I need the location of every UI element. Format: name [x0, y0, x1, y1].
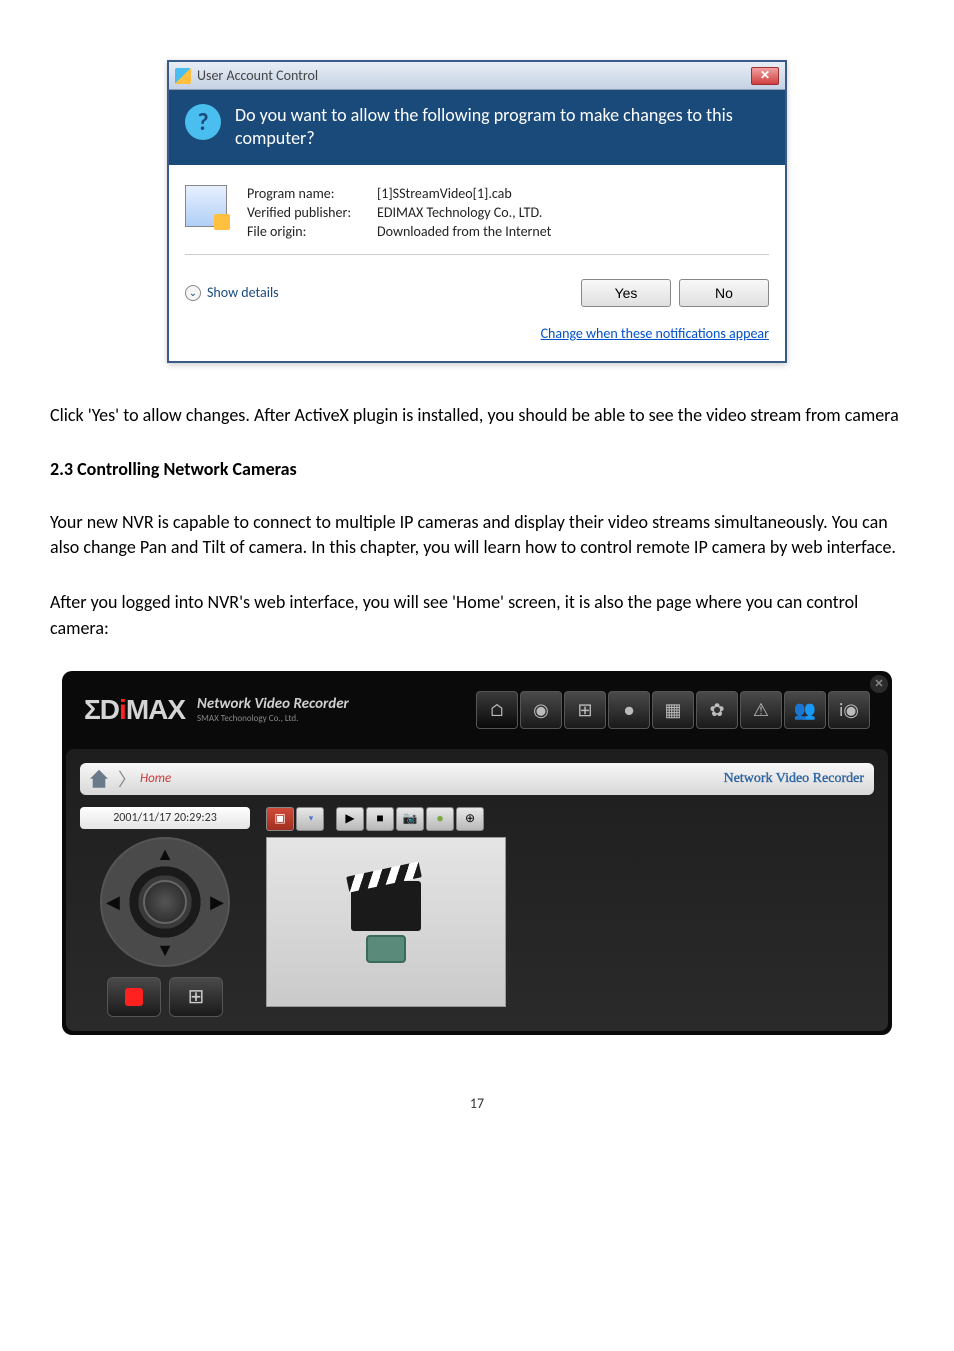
uac-header: ? Do you want to allow the following pro… [169, 90, 785, 165]
ptz-wheel-bg: ▲ ▼ ◀ ▶ [100, 837, 230, 967]
nvr-close-button[interactable]: ✕ [870, 675, 888, 693]
nav-info-button[interactable]: i◉ [828, 691, 870, 729]
ptz-right-button[interactable]: ▶ [210, 891, 224, 913]
gear-icon: ✿ [709, 699, 724, 721]
body-paragraph-1: Click 'Yes' to allow changes. After Acti… [50, 403, 904, 428]
stop-button[interactable]: ■ [366, 807, 394, 831]
info-icon: i◉ [839, 699, 859, 721]
breadcrumb-home-icon [90, 770, 108, 788]
publisher-label: Verified publisher: [247, 204, 377, 221]
close-button[interactable]: ✕ [751, 67, 779, 85]
ptz-up-button[interactable]: ▲ [156, 843, 174, 865]
breadcrumb-separator: 〉 [118, 766, 136, 792]
nav-alert-button[interactable]: ⚠ [740, 691, 782, 729]
logo-text: ΣDiMAX [84, 694, 185, 726]
users-icon: 👥 [794, 699, 816, 721]
show-details-toggle[interactable]: ⌄ Show details [185, 284, 573, 301]
show-details-label: Show details [207, 284, 279, 301]
nvr-content: 2001/11/17 20:29:23 ▲ ▼ ◀ ▶ ⊞ [80, 807, 874, 1017]
chevron-down-icon: ⌄ [185, 285, 201, 301]
program-name-value: [1]SStreamVideo[1].cab [377, 185, 551, 202]
origin-value: Downloaded from the Internet [377, 223, 551, 240]
uac-program-row: Program name: [1]SStreamVideo[1].cab Ver… [185, 185, 769, 240]
page-number: 17 [50, 1095, 904, 1112]
nav-network-button[interactable]: ⊞ [564, 691, 606, 729]
camera-dropdown[interactable] [296, 807, 324, 831]
breadcrumb-text[interactable]: Home [140, 771, 171, 786]
uac-titlebar: User Account Control ✕ [169, 62, 785, 90]
ptz-wheel: ▲ ▼ ◀ ▶ [100, 837, 230, 967]
uac-footer: ⌄ Show details Yes No [169, 279, 785, 321]
nvr-header: ΣDiMAX Network Video Recorder SMAX Techo… [66, 675, 888, 745]
ptz-panel: 2001/11/17 20:29:23 ▲ ▼ ◀ ▶ ⊞ [80, 807, 250, 1017]
nvr-window: ✕ ΣDiMAX Network Video Recorder SMAX Tec… [62, 671, 892, 1035]
record-indicator-icon [125, 988, 143, 1006]
publisher-value: EDIMAX Technology Co., LTD. [377, 204, 551, 221]
uac-link-row: Change when these notifications appear [169, 321, 785, 361]
record-button[interactable] [107, 977, 161, 1017]
disk-icon: ▦ [664, 699, 681, 721]
record-icon: ● [624, 699, 635, 721]
camera-select-button[interactable]: ▣ [266, 807, 294, 831]
no-button[interactable]: No [679, 279, 769, 307]
program-name-label: Program name: [247, 185, 377, 202]
video-panel: ▣ ▶ ■ 📷 ● ⊕ [266, 807, 874, 1017]
nvr-logo: ΣDiMAX Network Video Recorder SMAX Techo… [84, 694, 349, 726]
nvr-slogan: Network Video Recorder [724, 771, 864, 787]
nav-users-button[interactable]: 👥 [784, 691, 826, 729]
change-notifications-link[interactable]: Change when these notifications appear [541, 325, 769, 342]
ptz-down-button[interactable]: ▼ [156, 939, 174, 961]
logo-company: SMAX Techonology Co., Ltd. [197, 713, 349, 724]
play-button[interactable]: ▶ [336, 807, 364, 831]
nav-record-button[interactable]: ● [608, 691, 650, 729]
layout-grid-button[interactable]: ⊞ [169, 977, 223, 1017]
no-video-icon [366, 935, 406, 963]
nav-home-button[interactable]: ⌂ [476, 691, 518, 729]
body-paragraph-3: After you logged into NVR's web interfac… [50, 590, 904, 640]
video-toolbar: ▣ ▶ ■ 📷 ● ⊕ [266, 807, 874, 831]
program-details: Program name: [1]SStreamVideo[1].cab Ver… [247, 185, 551, 240]
status-indicator[interactable]: ● [426, 807, 454, 831]
uac-dialog: User Account Control ✕ ? Do you want to … [167, 60, 787, 363]
uac-body: Program name: [1]SStreamVideo[1].cab Ver… [169, 165, 785, 279]
yes-button[interactable]: Yes [581, 279, 671, 307]
ptz-center-button[interactable] [143, 880, 187, 924]
nav-camera-button[interactable]: ◉ [520, 691, 562, 729]
uac-question: Do you want to allow the following progr… [235, 104, 769, 151]
camera-icon: ◉ [533, 699, 549, 721]
ptz-left-button[interactable]: ◀ [106, 891, 120, 913]
zoom-button[interactable]: ⊕ [456, 807, 484, 831]
nvr-nav: ⌂ ◉ ⊞ ● ▦ ✿ ⚠ 👥 i◉ [476, 691, 870, 729]
section-heading: 2.3 Controlling Network Cameras [50, 458, 904, 480]
nav-disk-button[interactable]: ▦ [652, 691, 694, 729]
snapshot-button[interactable]: 📷 [396, 807, 424, 831]
alert-icon: ⚠ [753, 699, 769, 721]
nav-settings-button[interactable]: ✿ [696, 691, 738, 729]
uac-divider [185, 254, 769, 255]
shield-icon [175, 68, 191, 84]
help-shield-icon: ? [185, 104, 221, 140]
body-paragraph-2: Your new NVR is capable to connect to mu… [50, 510, 904, 560]
home-icon: ⌂ [489, 699, 505, 721]
network-icon: ⊞ [577, 699, 592, 721]
uac-title: User Account Control [197, 67, 751, 84]
breadcrumb-bar: 〉 Home Network Video Recorder [80, 763, 874, 795]
program-icon [185, 185, 227, 227]
logo-subtitle: Network Video Recorder [197, 695, 349, 713]
ptz-bottom-controls: ⊞ [80, 977, 250, 1017]
timestamp: 2001/11/17 20:29:23 [80, 807, 250, 829]
nvr-main: 〉 Home Network Video Recorder 2001/11/17… [66, 749, 888, 1031]
origin-label: File origin: [247, 223, 377, 240]
video-area[interactable] [266, 837, 506, 1007]
clapper-icon [351, 881, 421, 931]
